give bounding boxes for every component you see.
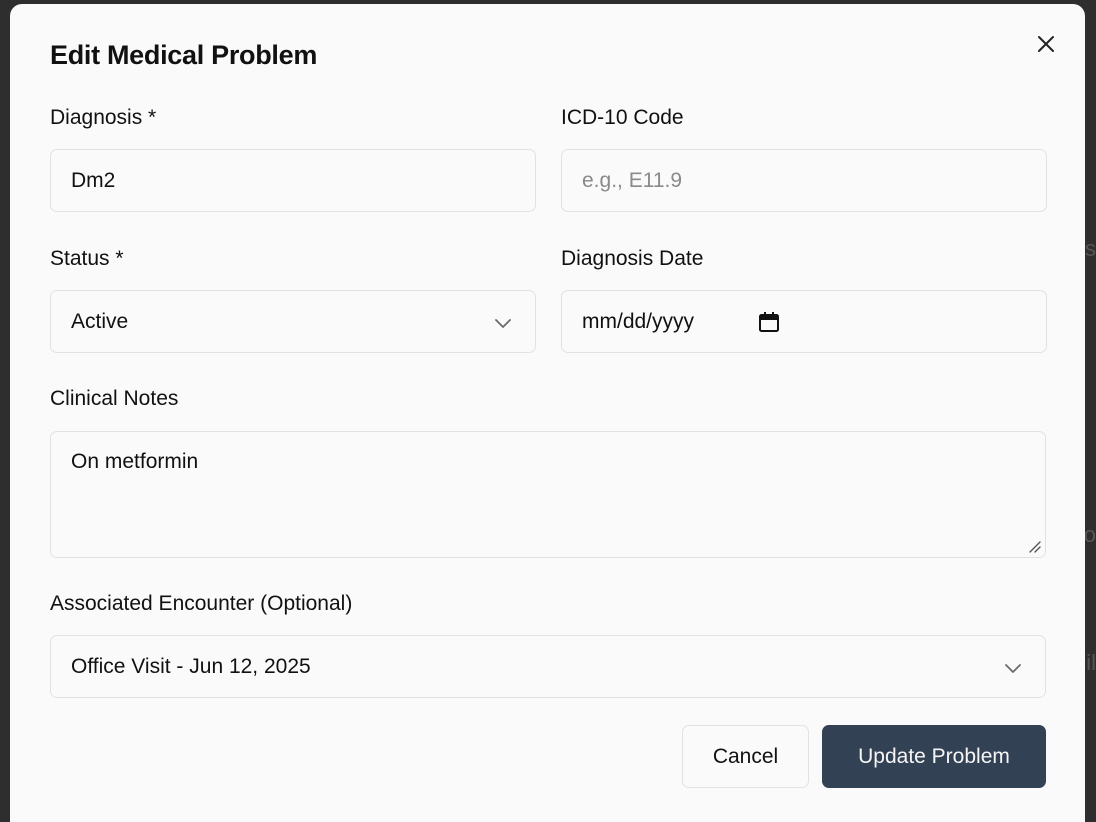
update-problem-button[interactable]: Update Problem <box>822 725 1046 788</box>
background-text-fragment: s <box>1085 236 1096 261</box>
clinical-notes-textarea[interactable]: On metformin <box>50 431 1046 558</box>
edit-problem-dialog: Edit Medical Problem Diagnosis * Dm2 ICD… <box>10 4 1085 822</box>
encounter-label: Associated Encounter (Optional) <box>50 592 353 615</box>
close-button[interactable] <box>1034 32 1058 56</box>
cancel-button[interactable]: Cancel <box>682 725 809 788</box>
status-select[interactable]: Active <box>50 290 536 353</box>
icd10-label: ICD-10 Code <box>561 106 684 129</box>
diagnosis-date-placeholder: mm/dd/yyyy <box>582 309 695 333</box>
resize-handle-icon[interactable] <box>1026 538 1042 554</box>
calendar-icon[interactable] <box>758 311 780 333</box>
diagnosis-value: Dm2 <box>71 168 116 192</box>
chevron-down-icon <box>1005 664 1021 673</box>
status-selected-value: Active <box>71 309 129 333</box>
background-text-fragment: il <box>1086 650 1096 675</box>
diagnosis-input[interactable]: Dm2 <box>50 149 536 212</box>
diagnosis-label: Diagnosis * <box>50 106 157 129</box>
encounter-selected-value: Office Visit - Jun 12, 2025 <box>71 654 311 678</box>
close-icon <box>1038 36 1054 52</box>
clinical-notes-label: Clinical Notes <box>50 387 179 410</box>
background-text-fragment: o <box>1083 522 1096 547</box>
clinical-notes-value: On metformin <box>71 450 199 473</box>
encounter-select[interactable]: Office Visit - Jun 12, 2025 <box>50 635 1046 698</box>
dialog-title: Edit Medical Problem <box>50 40 318 70</box>
diagnosis-date-input[interactable]: mm/dd/yyyy <box>561 290 1047 353</box>
chevron-down-icon <box>495 319 511 328</box>
diagnosis-date-label: Diagnosis Date <box>561 247 704 270</box>
status-label: Status * <box>50 247 124 270</box>
icd10-placeholder: e.g., E11.9 <box>582 168 683 192</box>
icd10-input[interactable]: e.g., E11.9 <box>561 149 1047 212</box>
